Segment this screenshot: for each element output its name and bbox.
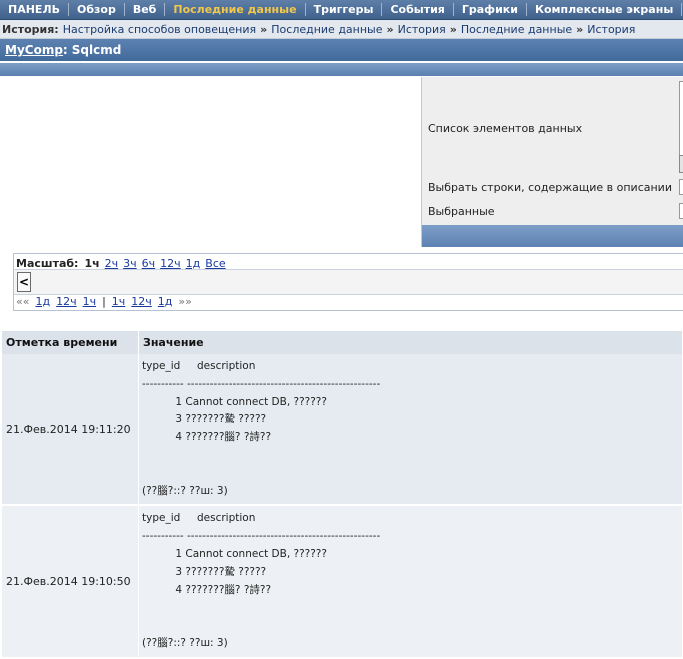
nav-last-icon[interactable]: »»: [178, 295, 191, 308]
column-header-value[interactable]: Значение: [138, 331, 683, 354]
nav-divider: |: [102, 295, 106, 308]
zoom-1h[interactable]: 1ч: [84, 257, 99, 270]
host-link[interactable]: MyComp: [5, 43, 63, 57]
breadcrumb-separator: »: [386, 22, 394, 36]
timeline-scrollbar: Масштаб: 1ч 2ч 3ч 6ч 12ч 1д Все < «« 1д …: [13, 253, 683, 311]
breadcrumb-separator: »: [576, 22, 584, 36]
value-text: type_id description ----------- --------…: [142, 360, 381, 497]
selected-checkbox[interactable]: [679, 203, 683, 219]
value-cell: type_id description ----------- --------…: [138, 354, 683, 507]
nav-first-icon[interactable]: ««: [16, 295, 29, 308]
selected-label: Выбранные: [428, 205, 495, 218]
menu-item-screens[interactable]: Комплексные экраны: [527, 3, 683, 16]
main-menu: ПАНЕЛЬ Обзор Веб Последние данные Тригге…: [0, 0, 683, 20]
nav-forward-1d[interactable]: 1д: [158, 295, 173, 308]
history-table: Отметка времени Значение 21.Фев.2014 19:…: [2, 331, 683, 659]
history-link-history[interactable]: История: [398, 23, 446, 36]
table-header-row: Отметка времени Значение: [2, 331, 683, 354]
nav-forward-12h[interactable]: 12ч: [131, 295, 152, 308]
title-colon: :: [62, 43, 68, 57]
table-row: 21.Фев.2014 19:11:20 type_id description…: [2, 354, 683, 507]
zoom-bar: Масштаб: 1ч 2ч 3ч 6ч 12ч 1д Все: [16, 256, 231, 270]
nav-back-1d[interactable]: 1д: [35, 295, 50, 308]
items-list-label: Список элементов данных: [428, 122, 583, 135]
item-name: Sqlcmd: [71, 43, 122, 57]
column-header-timestamp[interactable]: Отметка времени: [2, 331, 139, 354]
zoom-6h[interactable]: 6ч: [142, 257, 156, 270]
zoom-label: Масштаб:: [16, 256, 79, 270]
menu-item-web[interactable]: Веб: [125, 3, 166, 16]
table-row: 21.Фев.2014 19:10:50 type_id description…: [2, 505, 683, 659]
breadcrumb-separator: »: [449, 22, 457, 36]
zoom-2h[interactable]: 2ч: [105, 257, 119, 270]
zoom-all[interactable]: Все: [205, 257, 225, 270]
period-navigation: «« 1д 12ч 1ч | 1ч 12ч 1д »»: [16, 295, 198, 308]
items-list-button[interactable]: [679, 155, 683, 173]
select-rows-input[interactable]: [679, 179, 683, 195]
value-cell: type_id description ----------- --------…: [138, 505, 683, 659]
filter-footer-bar: [422, 225, 683, 247]
select-rows-label: Выбрать строки, содержащие в описании: [428, 181, 672, 194]
menu-item-latest-data[interactable]: Последние данные: [165, 3, 306, 16]
zoom-3h[interactable]: 3ч: [123, 257, 137, 270]
history-link-latest-data-2[interactable]: Последние данные: [461, 23, 572, 36]
timestamp-cell: 21.Фев.2014 19:11:20: [2, 354, 139, 507]
breadcrumb-separator: »: [260, 22, 268, 36]
history-breadcrumb: История: Настройка способов оповещения »…: [0, 20, 683, 39]
filter-header-bar: [0, 63, 683, 76]
history-link-latest-data[interactable]: Последние данные: [271, 23, 382, 36]
scroll-left-arrow-icon[interactable]: <: [17, 272, 31, 292]
filter-panel: Список элементов данных Выбрать строки, …: [421, 77, 683, 247]
zoom-12h[interactable]: 12ч: [160, 257, 181, 270]
nav-forward-1h[interactable]: 1ч: [112, 295, 126, 308]
zoom-1d[interactable]: 1д: [186, 257, 201, 270]
menu-item-overview[interactable]: Обзор: [69, 3, 125, 16]
nav-back-1h[interactable]: 1ч: [83, 295, 97, 308]
menu-item-triggers[interactable]: Триггеры: [306, 3, 383, 16]
menu-item-graphs[interactable]: Графики: [454, 3, 527, 16]
history-link-notifications[interactable]: Настройка способов оповещения: [63, 23, 256, 36]
history-link-history-2[interactable]: История: [587, 23, 635, 36]
nav-back-12h[interactable]: 12ч: [56, 295, 77, 308]
menu-item-panel[interactable]: ПАНЕЛЬ: [0, 3, 69, 16]
page-title-bar: MyComp : Sqlcmd: [0, 39, 683, 61]
history-label: История:: [2, 22, 59, 36]
value-text: type_id description ----------- --------…: [142, 512, 381, 649]
timestamp-cell: 21.Фев.2014 19:10:50: [2, 505, 139, 659]
menu-item-events[interactable]: События: [382, 3, 454, 16]
timeline-track[interactable]: <: [14, 269, 683, 295]
